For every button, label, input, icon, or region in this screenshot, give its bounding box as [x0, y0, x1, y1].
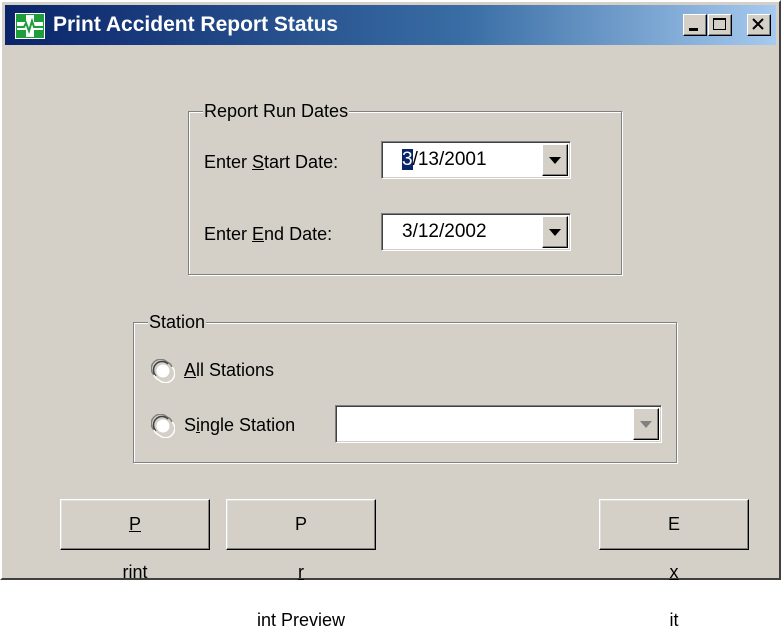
start-date-picker[interactable]: 3/13/2001 — [381, 141, 571, 179]
maximize-icon — [713, 18, 726, 30]
exit-button[interactable]: Ex it — [599, 499, 749, 630]
close-icon — [752, 18, 764, 30]
chevron-down-icon — [640, 421, 652, 428]
window-title: Print Accident Report Status — [53, 13, 339, 36]
maximize-button[interactable] — [708, 14, 732, 36]
single-station-label[interactable]: Single Station — [184, 414, 295, 436]
start-date-dropdown-button[interactable] — [542, 144, 568, 176]
radio-unchecked-icon — [151, 359, 175, 383]
title-bar[interactable]: Print Accident Report Status — [5, 5, 776, 45]
radio-unchecked-icon — [151, 414, 175, 438]
print-button[interactable]: Print — [60, 499, 210, 582]
single-station-radio[interactable] — [151, 414, 175, 438]
chevron-down-icon — [549, 229, 561, 236]
minimize-button[interactable] — [683, 14, 707, 36]
start-date-value[interactable]: 3/13/2001 — [402, 142, 487, 178]
end-date-value[interactable]: 3/12/2002 — [402, 214, 487, 250]
start-date-label: Enter Start Date: — [204, 152, 339, 172]
app-icon — [15, 13, 45, 39]
print-accident-report-window: Print Accident Report Status Report Run … — [0, 0, 781, 630]
all-stations-radio[interactable] — [151, 359, 175, 383]
report-run-dates-legend: Report Run Dates — [203, 101, 350, 121]
print-preview-button[interactable]: Pr int Preview — [226, 499, 376, 630]
station-select[interactable] — [335, 405, 662, 443]
end-date-dropdown-button[interactable] — [542, 216, 568, 248]
chevron-down-icon — [549, 157, 561, 164]
minimize-icon — [689, 28, 698, 31]
station-legend: Station — [148, 312, 207, 332]
station-dropdown-button[interactable] — [633, 408, 659, 440]
close-button[interactable] — [747, 14, 771, 36]
end-date-label: Enter End Date: — [204, 224, 333, 244]
end-date-picker[interactable]: 3/12/2002 — [381, 213, 571, 251]
all-stations-label[interactable]: All Stations — [184, 359, 274, 381]
